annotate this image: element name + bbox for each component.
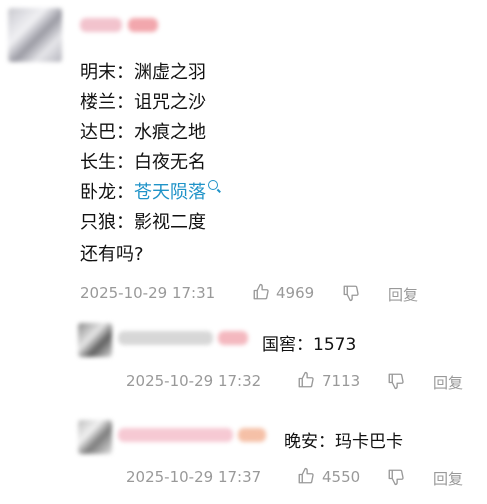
user-badge-blurred — [238, 428, 266, 442]
comment-line: 只狼：影视二度 — [80, 212, 206, 234]
timestamp: 2025-10-29 17:31 — [80, 284, 216, 302]
thumbs-down-icon[interactable] — [342, 284, 360, 302]
line-label: 明末： — [80, 62, 134, 83]
avatar[interactable] — [78, 420, 112, 454]
timestamp: 2025-10-29 17:32 — [126, 372, 262, 390]
thumbs-up-icon[interactable] — [297, 371, 315, 389]
user-badge-blurred — [218, 331, 248, 345]
like-count: 7113 — [322, 372, 361, 390]
line-label: 楼兰： — [80, 92, 134, 113]
comment-line: 卧龙：苍天陨落 — [80, 180, 218, 204]
line-value: 渊虚之羽 — [134, 62, 206, 83]
thumbs-down-icon[interactable] — [387, 372, 405, 390]
line-label: 长生： — [80, 152, 134, 173]
comment-closing: 还有吗? — [80, 244, 144, 265]
avatar[interactable] — [8, 8, 62, 62]
avatar[interactable] — [78, 323, 112, 357]
search-icon[interactable] — [208, 180, 218, 190]
line-value: 白夜无名 — [134, 152, 206, 173]
line-value: 水痕之地 — [134, 122, 206, 143]
comment-line: 明末：渊虚之羽 — [80, 62, 206, 84]
reply-button[interactable]: 回复 — [433, 468, 463, 489]
line-label: 达巴： — [80, 122, 134, 143]
user-badge-blurred — [128, 18, 158, 32]
reply-text: 晚安：玛卡巴卡 — [284, 432, 403, 452]
like-count: 4969 — [276, 284, 315, 302]
comment-line: 达巴：水痕之地 — [80, 122, 206, 144]
username-blurred[interactable] — [118, 331, 213, 345]
like-count: 4550 — [322, 468, 361, 486]
username-blurred[interactable] — [80, 18, 122, 32]
username-blurred[interactable] — [118, 428, 233, 442]
reply-text: 国窖：1573 — [262, 335, 357, 355]
search-link[interactable]: 苍天陨落 — [134, 182, 206, 203]
line-value: 影视二度 — [134, 212, 206, 233]
line-label: 只狼： — [80, 212, 134, 233]
reply-button[interactable]: 回复 — [433, 372, 463, 393]
thumbs-up-icon[interactable] — [252, 283, 270, 301]
comment-line: 楼兰：诅咒之沙 — [80, 92, 206, 114]
thumbs-up-icon[interactable] — [297, 467, 315, 485]
comment-line: 长生：白夜无名 — [80, 152, 206, 174]
line-value: 诅咒之沙 — [134, 92, 206, 113]
reply-button[interactable]: 回复 — [388, 284, 418, 305]
line-label: 卧龙： — [80, 182, 134, 203]
thumbs-down-icon[interactable] — [387, 468, 405, 486]
timestamp: 2025-10-29 17:37 — [126, 468, 262, 486]
